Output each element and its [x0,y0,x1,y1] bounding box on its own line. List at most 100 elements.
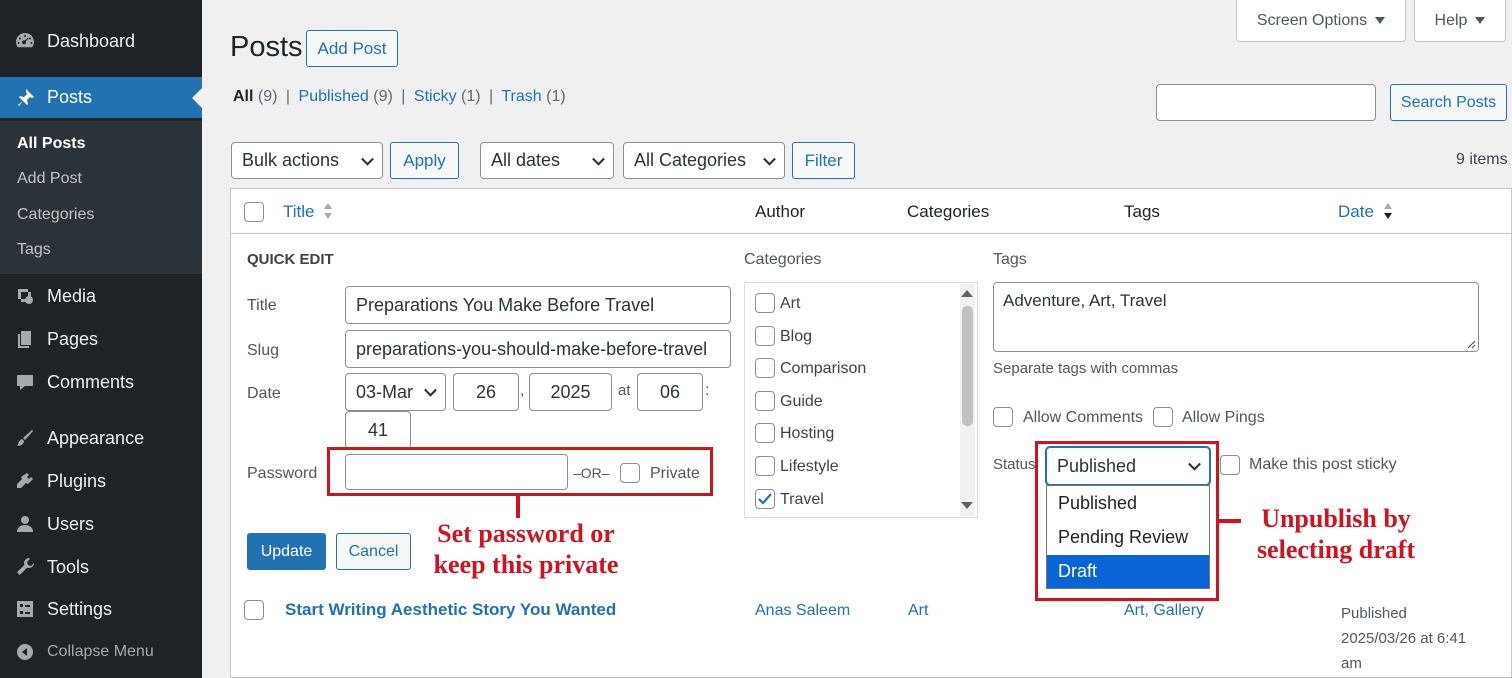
sidebar-item-label: Posts [47,87,93,107]
allow-pings-checkbox[interactable] [1153,407,1173,427]
sidebar-item-plugins[interactable]: Plugins [0,461,202,501]
password-annotation-line1: Set password or [437,519,615,548]
sidebar-item-dashboard[interactable]: Dashboard [0,21,202,61]
chevron-down-icon [361,152,374,166]
sidebar-item-pages[interactable]: Pages [0,319,202,359]
column-title[interactable]: Title [283,202,333,222]
filter-published[interactable]: Published [299,88,369,105]
select-all-checkbox[interactable] [244,202,264,222]
collapse-menu-button[interactable]: Collapse Menu [0,632,202,672]
password-annotation: Set password or keep this private [412,518,640,580]
post-tags-link[interactable]: Art, Gallery [1124,602,1204,620]
screen-options-button[interactable]: Screen Options [1236,0,1406,42]
post-author-link[interactable]: Anas Saleem [755,602,850,620]
category-checkbox[interactable] [755,390,775,411]
row-checkbox[interactable] [244,600,264,620]
filter-sticky[interactable]: Sticky [414,88,457,105]
sidebar-item-settings[interactable]: Settings [0,589,202,629]
settings-icon [14,598,36,620]
quick-edit-heading: QUICK EDIT [247,251,334,268]
update-button[interactable]: Update [247,533,326,570]
add-post-button[interactable]: Add Post [306,30,398,67]
pages-icon [14,328,36,350]
category-label: Lifestyle [780,458,839,475]
month-value: 03-Mar [356,381,414,402]
tags-textarea[interactable]: Adventure, Art, Travel [993,282,1479,352]
bulk-actions-select[interactable]: Bulk actions [231,142,383,179]
sidebar-item-label: Media [47,285,97,306]
hour-input[interactable]: 06 [637,373,703,411]
year-input[interactable]: 2025 [529,373,612,411]
filter-all[interactable]: All [233,88,253,105]
category-checkbox[interactable] [755,488,775,509]
category-label: Guide [780,392,823,410]
category-checkbox[interactable] [755,456,775,476]
category-label: Hosting [780,425,835,443]
status-annotation-line2: selecting draft [1256,535,1416,564]
title-input[interactable]: Preparations You Make Before Travel [345,286,731,324]
collapse-icon [14,641,36,663]
status-annotation: Unpublish by selecting draft [1236,503,1436,565]
column-author: Author [755,202,806,221]
day-input[interactable]: 26 [453,373,519,411]
category-checkbox[interactable] [755,423,775,444]
search-input[interactable] [1156,84,1376,121]
cancel-button[interactable]: Cancel [336,533,411,570]
category-checkbox[interactable] [755,358,775,379]
column-date[interactable]: Date [1338,202,1393,222]
allow-pings-label: Allow Pings [1182,409,1265,426]
filter-trash[interactable]: Trash [501,88,541,105]
filter-sticky-count: (1) [461,88,481,105]
submenu-tags[interactable]: Tags [17,241,51,259]
chevron-down-icon [592,152,605,166]
column-categories: Categories [907,202,990,221]
collapse-menu-label: Collapse Menu [47,643,154,660]
sidebar-item-users[interactable]: Users [0,504,202,544]
help-button[interactable]: Help [1414,0,1506,42]
wrench-icon [14,556,36,578]
search-posts-button[interactable]: Search Posts [1390,84,1507,121]
page-title: Posts [230,31,303,63]
filter-button[interactable]: Filter [792,142,855,179]
column-date-label: Date [1338,202,1374,221]
post-category-link[interactable]: Art [908,602,928,620]
filter-all-count: (9) [257,88,278,105]
sidebar-item-tools[interactable]: Tools [0,547,202,587]
dropdown-arrow-icon [1375,17,1386,24]
filter-published-count: (9) [373,88,393,105]
categories-select[interactable]: All Categories [623,142,785,179]
scroll-up-icon[interactable] [961,290,973,297]
chevron-down-icon [424,383,437,397]
sidebar-item-appearance[interactable]: Appearance [0,418,202,458]
allow-comments-checkbox[interactable] [993,407,1013,427]
brush-icon [14,427,36,449]
slug-input[interactable]: preparations-you-should-make-before-trav… [345,330,731,368]
post-title-link[interactable]: Start Writing Aesthetic Story You Wanted [285,600,616,620]
date-comma: , [520,382,525,399]
apply-button[interactable]: Apply [390,142,459,179]
scroll-down-icon[interactable] [961,502,973,509]
scrollbar-thumb[interactable] [962,306,973,426]
category-checkbox[interactable] [755,325,775,346]
minute-input[interactable]: 41 [345,411,411,449]
submenu-categories[interactable]: Categories [17,206,94,224]
sidebar-item-media[interactable]: Media [0,276,202,316]
allow-comments-label: Allow Comments [1023,409,1144,426]
sidebar-item-label: Pages [47,328,99,349]
sidebar-item-posts[interactable]: Posts [0,77,202,118]
submenu-add-post[interactable]: Add Post [17,170,82,188]
media-icon [14,285,36,307]
sidebar-item-comments[interactable]: Comments [0,362,202,402]
resize-handle-icon[interactable] [1466,339,1476,349]
column-tags: Tags [1124,202,1160,221]
sort-icon [324,203,333,219]
category-checkbox[interactable] [755,293,775,313]
dates-select[interactable]: All dates [480,142,614,179]
sticky-checkbox[interactable] [1220,455,1240,475]
month-select[interactable]: 03-Mar [345,373,446,411]
submenu-all-posts[interactable]: All Posts [17,135,85,153]
password-label: Password [247,465,318,482]
pin-icon [14,87,36,109]
current-menu-arrow [192,88,202,108]
tags-hint: Separate tags with commas [993,360,1179,377]
